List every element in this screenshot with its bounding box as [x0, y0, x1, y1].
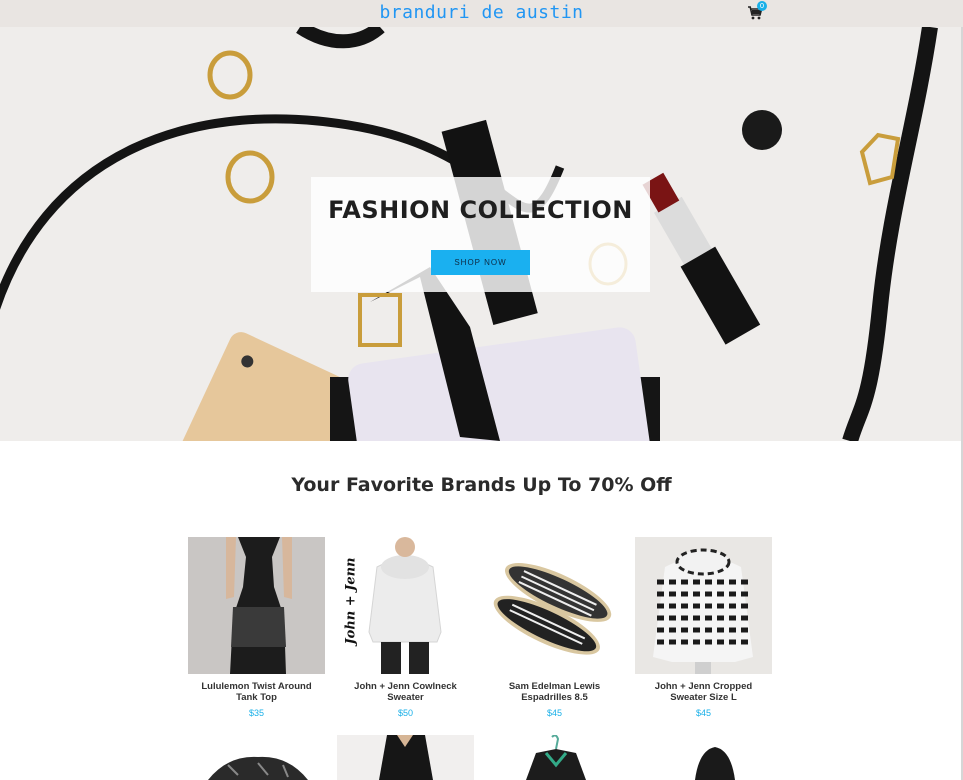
- product-price: $45: [546, 708, 563, 718]
- product-name[interactable]: John + Jenn Cowlneck Sweater: [337, 681, 474, 703]
- product-card-partial[interactable]: [337, 735, 474, 780]
- product-card[interactable]: John + Jenn John + Jenn Cowlneck Sweater…: [337, 537, 474, 718]
- product-card-partial[interactable]: [635, 735, 772, 780]
- product-card[interactable]: Lululemon Twist Around Tank Top $35: [188, 537, 325, 718]
- product-card-partial[interactable]: [188, 735, 325, 780]
- product-price: $35: [248, 708, 265, 718]
- section-title: Your Favorite Brands Up To 70% Off: [291, 474, 672, 496]
- product-card-partial[interactable]: [486, 735, 623, 780]
- hero-title: FASHION COLLECTION: [328, 196, 633, 224]
- product-image-partial: [486, 735, 623, 780]
- site-brand-logo[interactable]: branduri de austin: [0, 2, 963, 23]
- cart-button[interactable]: 0: [747, 1, 767, 23]
- product-price: $45: [695, 708, 712, 718]
- product-card[interactable]: John + Jenn Cropped Sweater Size L $45: [635, 537, 772, 718]
- product-image-partial: [635, 735, 772, 780]
- product-image[interactable]: [188, 537, 325, 674]
- product-name[interactable]: John + Jenn Cropped Sweater Size L: [635, 681, 772, 703]
- hero-overlay-card: FASHION COLLECTION SHOP NOW: [311, 177, 650, 292]
- hero-banner: FASHION COLLECTION SHOP NOW: [0, 27, 963, 441]
- product-image[interactable]: [486, 537, 623, 674]
- top-nav-bar: branduri de austin 0: [0, 0, 963, 27]
- shop-now-button[interactable]: SHOP NOW: [431, 250, 530, 275]
- cart-count-badge: 0: [757, 1, 767, 11]
- espadrilles-image: [486, 537, 623, 674]
- product-price: $50: [397, 708, 414, 718]
- product-image-partial: [188, 735, 325, 780]
- product-image-partial: [337, 735, 474, 780]
- tank-top-image: [188, 537, 325, 674]
- product-name[interactable]: Sam Edelman Lewis Espadrilles 8.5: [486, 681, 623, 703]
- product-name[interactable]: Lululemon Twist Around Tank Top: [188, 681, 325, 703]
- product-card[interactable]: Sam Edelman Lewis Espadrilles 8.5 $45: [486, 537, 623, 718]
- cropped-sweater-image: [635, 537, 772, 674]
- product-image[interactable]: [635, 537, 772, 674]
- brand-overlay-text: John + Jenn: [343, 557, 359, 645]
- product-image[interactable]: John + Jenn: [337, 537, 474, 674]
